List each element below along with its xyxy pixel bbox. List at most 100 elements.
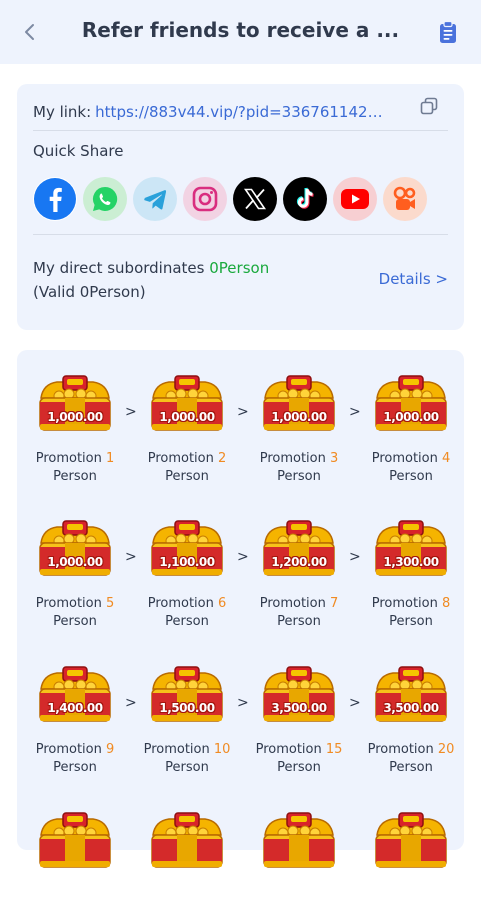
my-link-url[interactable]: https://883v44.vip/?pid=3367611421&f... <box>95 103 385 121</box>
reward-unit: Person <box>277 469 321 484</box>
reward-item: 1,000.00 Promotion 2 Person <box>137 372 237 486</box>
reward-chest <box>149 809 225 873</box>
subordinates-valid: (Valid 0Person) <box>33 283 146 301</box>
next-arrow: > <box>125 695 137 711</box>
reward-chest <box>261 809 337 873</box>
treasure-chest-icon <box>375 666 447 722</box>
reward-person-count: 4 <box>442 451 451 466</box>
share-tiktok[interactable] <box>283 177 327 221</box>
reward-label-text: Promotion <box>35 596 102 611</box>
treasure-chest-icon <box>151 812 223 868</box>
reward-amount: 1,400.00 <box>47 701 103 715</box>
reward-chest: 1,000.00 <box>261 372 337 436</box>
reward-amount: 1,000.00 <box>383 410 439 424</box>
copy-icon <box>420 97 438 115</box>
reward-person-count: 15 <box>325 742 343 757</box>
facebook-icon <box>34 178 76 220</box>
reward-item: 1,200.00 Promotion 7 Person <box>249 517 349 631</box>
my-link-row: My link: https://883v44.vip/?pid=3367611… <box>33 94 448 130</box>
reward-label <box>361 887 461 905</box>
reward-label-text: Promotion <box>371 451 438 466</box>
reward-label-text: Promotion <box>371 596 438 611</box>
reward-label-text: Promotion <box>147 596 214 611</box>
reward-person-count: 8 <box>442 596 451 611</box>
treasure-chest-icon <box>151 375 223 431</box>
reward-item: 1,000.00 Promotion 4 Person <box>361 372 461 486</box>
next-arrow: > <box>237 404 249 420</box>
reward-unit: Person <box>277 760 321 775</box>
chevron-left-icon <box>25 24 34 40</box>
share-youtube[interactable] <box>333 177 377 221</box>
record-button[interactable] <box>437 20 459 44</box>
treasure-chest-icon <box>375 520 447 576</box>
treasure-chest-icon <box>151 520 223 576</box>
share-kwai[interactable] <box>383 177 427 221</box>
treasure-chest-icon <box>375 812 447 868</box>
reward-label: Promotion 4 Person <box>361 450 461 486</box>
reward-chest: 1,000.00 <box>37 517 113 581</box>
share-facebook[interactable] <box>33 177 77 221</box>
reward-person-count: 10 <box>213 742 231 757</box>
reward-chest: 1,000.00 <box>37 372 113 436</box>
reward-person-count: 5 <box>106 596 115 611</box>
subordinates-count: 0Person <box>209 259 270 277</box>
reward-item: 1,100.00 Promotion 6 Person <box>137 517 237 631</box>
subordinates-prefix: My direct subordinates <box>33 259 210 277</box>
reward-item <box>249 809 349 905</box>
reward-unit: Person <box>53 760 97 775</box>
reward-chest: 3,500.00 <box>261 663 337 727</box>
reward-unit: Person <box>277 614 321 629</box>
reward-amount: 1,500.00 <box>159 701 215 715</box>
clipboard-icon <box>440 20 456 43</box>
reward-chest: 1,200.00 <box>261 517 337 581</box>
reward-unit: Person <box>165 614 209 629</box>
share-icons <box>33 177 427 221</box>
tiktok-icon <box>296 187 314 209</box>
treasure-chest-icon <box>263 666 335 722</box>
reward-amount: 1,200.00 <box>271 555 327 569</box>
reward-label: Promotion 15 Person <box>249 741 349 777</box>
treasure-chest-icon <box>263 520 335 576</box>
reward-label: Promotion 9 Person <box>25 741 125 777</box>
reward-chest <box>373 809 449 873</box>
reward-person-count: 20 <box>437 742 455 757</box>
subordinates-text: My direct subordinates 0Person (Valid 0P… <box>33 256 303 304</box>
reward-unit: Person <box>53 614 97 629</box>
reward-label <box>137 887 237 905</box>
treasure-chest-icon <box>263 812 335 868</box>
reward-amount: 1,000.00 <box>47 555 103 569</box>
reward-label-text: Promotion <box>259 596 326 611</box>
reward-person-count: 6 <box>218 596 227 611</box>
share-whatsapp[interactable] <box>83 177 127 221</box>
reward-unit: Person <box>53 469 97 484</box>
next-arrow: > <box>125 404 137 420</box>
reward-amount: 1,100.00 <box>159 555 215 569</box>
reward-item: 1,000.00 Promotion 3 Person <box>249 372 349 486</box>
reward-amount: 3,500.00 <box>271 701 327 715</box>
copy-link-button[interactable] <box>420 97 438 115</box>
instagram-icon <box>192 186 218 212</box>
reward-label-text: Promotion <box>35 451 102 466</box>
reward-label: Promotion 20 Person <box>361 741 461 777</box>
reward-label: Promotion 5 Person <box>25 595 125 631</box>
treasure-chest-icon <box>151 666 223 722</box>
reward-item: 1,300.00 Promotion 8 Person <box>361 517 461 631</box>
my-link-label: My link: <box>33 103 92 121</box>
next-arrow: > <box>349 695 361 711</box>
reward-amount: 1,000.00 <box>159 410 215 424</box>
details-link[interactable]: Details > <box>379 270 448 288</box>
next-arrow: > <box>349 549 361 565</box>
next-arrow: > <box>237 695 249 711</box>
reward-item: 3,500.00 Promotion 15 Person <box>249 663 349 777</box>
reward-amount: 1,000.00 <box>271 410 327 424</box>
reward-unit: Person <box>165 469 209 484</box>
reward-label-text: Promotion <box>255 742 322 757</box>
reward-item: 1,400.00 Promotion 9 Person <box>25 663 125 777</box>
reward-item: 1,000.00 Promotion 1 Person <box>25 372 125 486</box>
share-instagram[interactable] <box>183 177 227 221</box>
share-x[interactable] <box>233 177 277 221</box>
treasure-chest-icon <box>39 666 111 722</box>
share-telegram[interactable] <box>133 177 177 221</box>
back-button[interactable] <box>18 20 42 44</box>
reward-item <box>137 809 237 905</box>
